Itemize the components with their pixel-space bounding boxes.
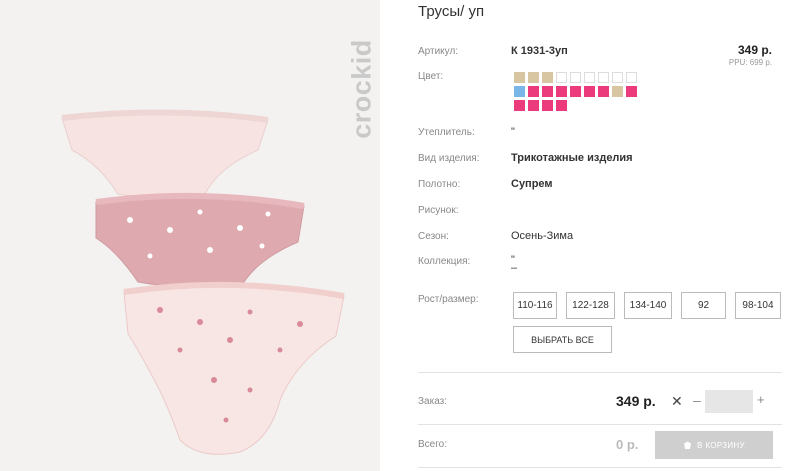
insulation-value: " [511,126,515,138]
season-label: Сезон: [418,231,449,242]
fabric-value: Супрем [511,178,553,190]
color-swatch[interactable] [626,72,637,83]
insulation-label: Утеплитель: [418,127,475,138]
color-swatch[interactable] [626,86,637,97]
color-swatch[interactable] [542,86,553,97]
product-title: Трусы/ уп [418,3,485,20]
quantity-input[interactable] [705,390,753,413]
size-options: 110-116 122-128 134-140 92 98-104 [513,292,781,319]
fabric-label: Полотно: [418,179,461,190]
select-all-sizes-button[interactable]: ВЫБРАТЬ ВСЕ [513,326,612,353]
divider [418,424,782,425]
color-swatch[interactable] [584,86,595,97]
size-label: Рост/размер: [418,294,479,305]
size-option-92[interactable]: 92 [681,292,726,319]
product-details: Трусы/ уп Артикул: К 1931-3уп 349 р. PPU… [418,0,782,471]
product-image [0,0,380,471]
color-swatch[interactable] [514,72,525,83]
total-label: Всего: [418,439,447,450]
size-option-98-104[interactable]: 98-104 [735,292,781,319]
color-swatch[interactable] [612,72,623,83]
season-value: Осень-Зима [511,230,574,242]
order-price: 349 р. [616,393,656,409]
color-swatch[interactable] [598,72,609,83]
color-swatch[interactable] [556,72,567,83]
divider [418,467,782,468]
product-photo: crockid [0,0,380,471]
type-label: Вид изделия: [418,153,480,164]
brand-watermark: crockid [347,26,377,152]
color-swatch[interactable] [598,86,609,97]
size-option-122-128[interactable]: 122-128 [566,292,615,319]
multiply-icon: ✕ [671,393,683,409]
color-swatch[interactable] [570,86,581,97]
pattern-label: Рисунок: [418,205,459,216]
collection-label: Коллекция: [418,256,471,267]
color-swatch[interactable] [612,86,623,97]
color-swatch[interactable] [528,72,539,83]
size-option-110-116[interactable]: 110-116 [513,292,557,319]
price-per-unit: PPU: 699 р. [728,58,772,67]
cart-icon [684,441,692,449]
product-price: 349 р. [737,43,772,57]
swatch-row [514,100,664,111]
color-swatch[interactable] [514,100,525,111]
add-to-cart-button[interactable]: В КОРЗИНУ [655,431,773,459]
color-swatch[interactable] [584,72,595,83]
order-label: Заказ: [418,396,448,407]
swatch-row [514,72,664,83]
swatch-row [514,86,664,97]
collection-value-line2: – [511,262,518,274]
article-label: Артикул: [418,46,459,57]
brand-logo: crockid [346,39,377,139]
decrease-quantity-button[interactable]: – [693,392,701,408]
increase-quantity-button[interactable]: + [757,392,765,407]
size-option-134-140[interactable]: 134-140 [624,292,672,319]
color-swatch[interactable] [556,86,567,97]
color-swatch[interactable] [528,86,539,97]
total-value: 0 р. [616,437,639,452]
add-to-cart-label: В КОРЗИНУ [697,440,745,450]
color-swatches [514,72,664,114]
color-swatch[interactable] [542,100,553,111]
article-value: К 1931-3уп [511,45,568,57]
color-label: Цвет: [418,71,444,82]
divider [418,372,782,373]
color-swatch[interactable] [570,72,581,83]
color-swatch[interactable] [528,100,539,111]
color-swatch[interactable] [514,86,525,97]
color-swatch[interactable] [542,72,553,83]
color-swatch[interactable] [556,100,567,111]
type-value: Трикотажные изделия [511,152,633,164]
